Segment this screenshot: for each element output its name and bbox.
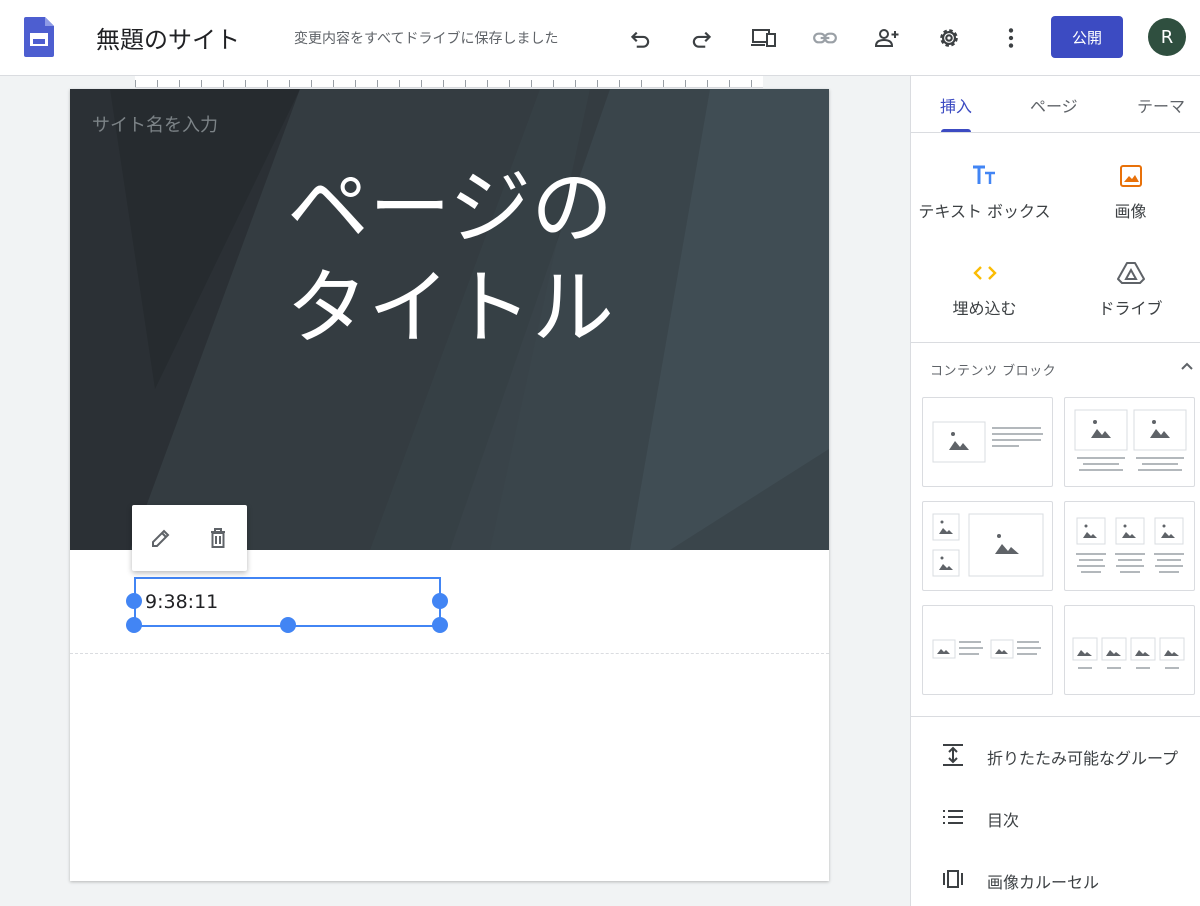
horizontal-ruler — [135, 76, 763, 88]
layout-block-two-images[interactable] — [1064, 397, 1195, 487]
settings-gear-icon[interactable] — [933, 22, 965, 54]
resize-handle-bottom[interactable] — [280, 617, 296, 633]
insert-item-label: 埋め込む — [952, 299, 1017, 318]
resize-handle-bottom-right[interactable] — [432, 617, 448, 633]
google-sites-logo-icon[interactable] — [24, 17, 54, 57]
insert-item-label: テキスト ボックス — [918, 202, 1051, 221]
tab-pages[interactable]: ページ — [1030, 93, 1078, 117]
image-icon — [1058, 162, 1200, 190]
layout-block-image-text[interactable] — [922, 397, 1053, 487]
collapsible-group-icon — [941, 743, 965, 771]
panel-divider — [911, 716, 1200, 717]
insert-item-label: 画像 — [1114, 202, 1147, 221]
redo-icon[interactable] — [686, 22, 718, 54]
insert-item-label: ドライブ — [1098, 299, 1163, 318]
panel-divider — [911, 342, 1200, 343]
active-tab-indicator — [941, 129, 971, 132]
site-title[interactable]: 無題のサイト — [96, 20, 240, 55]
page-title[interactable]: ページのタイトル — [270, 159, 630, 359]
preview-devices-icon[interactable] — [748, 22, 780, 54]
embed-code-icon — [912, 259, 1057, 287]
text-box-icon — [912, 162, 1057, 190]
element-edit-toolbar — [132, 505, 247, 571]
insert-image-carousel-button[interactable]: 画像カルーセル — [941, 866, 1099, 896]
drive-icon — [1058, 259, 1200, 287]
site-name-placeholder[interactable]: サイト名を入力 — [92, 111, 218, 137]
header-banner[interactable]: サイト名を入力 ページのタイトル — [70, 89, 829, 550]
insert-collapsible-group-button[interactable]: 折りたたみ可能なグループ — [941, 742, 1178, 772]
list-item-label: 折りたたみ可能なグループ — [987, 749, 1179, 768]
tab-insert[interactable]: 挿入 — [940, 93, 972, 117]
link-icon[interactable] — [809, 22, 841, 54]
delete-trash-icon[interactable] — [205, 525, 231, 551]
text-box-content[interactable]: 9:38:11 — [145, 591, 218, 613]
more-vert-icon[interactable] — [995, 22, 1027, 54]
panel-tabs: 挿入 ページ テーマ — [911, 76, 1200, 133]
top-app-bar: 無題のサイト 変更内容をすべてドライブに保存しました 公開 R — [0, 0, 1200, 76]
share-person-add-icon[interactable] — [871, 22, 903, 54]
layout-block-two-image-text[interactable] — [922, 605, 1053, 695]
content-blocks-heading[interactable]: コンテンツ ブロック — [930, 360, 1056, 379]
layout-block-gallery[interactable] — [922, 501, 1053, 591]
save-status-text: 変更内容をすべてドライブに保存しました — [294, 31, 559, 47]
resize-handle-left[interactable] — [126, 593, 142, 609]
site-page: サイト名を入力 ページのタイトル 9:38:11 — [70, 89, 829, 881]
image-carousel-icon — [941, 867, 965, 895]
insert-drive-button[interactable]: ドライブ — [1058, 259, 1200, 319]
insert-text-box-button[interactable]: テキスト ボックス — [912, 162, 1057, 222]
list-item-label: 目次 — [987, 811, 1020, 830]
table-of-contents-icon — [941, 805, 965, 833]
layout-block-three-images[interactable] — [1064, 501, 1195, 591]
undo-icon[interactable] — [624, 22, 656, 54]
avatar[interactable]: R — [1148, 18, 1186, 56]
insert-table-of-contents-button[interactable]: 目次 — [941, 804, 1019, 834]
insert-embed-button[interactable]: 埋め込む — [912, 259, 1057, 319]
resize-handle-right[interactable] — [432, 593, 448, 609]
tab-themes[interactable]: テーマ — [1137, 93, 1185, 117]
list-item-label: 画像カルーセル — [987, 873, 1100, 892]
insert-side-panel: 挿入 ページ テーマ テキスト ボックス 画像 埋め込む ドライブ コンテンツ … — [910, 76, 1200, 906]
publish-button[interactable]: 公開 — [1051, 16, 1123, 58]
section-divider — [70, 653, 829, 654]
chevron-up-icon[interactable] — [1179, 358, 1195, 378]
layout-block-four-images[interactable] — [1064, 605, 1195, 695]
insert-image-button[interactable]: 画像 — [1058, 162, 1200, 222]
edit-pencil-icon[interactable] — [148, 525, 174, 551]
resize-handle-bottom-left[interactable] — [126, 617, 142, 633]
